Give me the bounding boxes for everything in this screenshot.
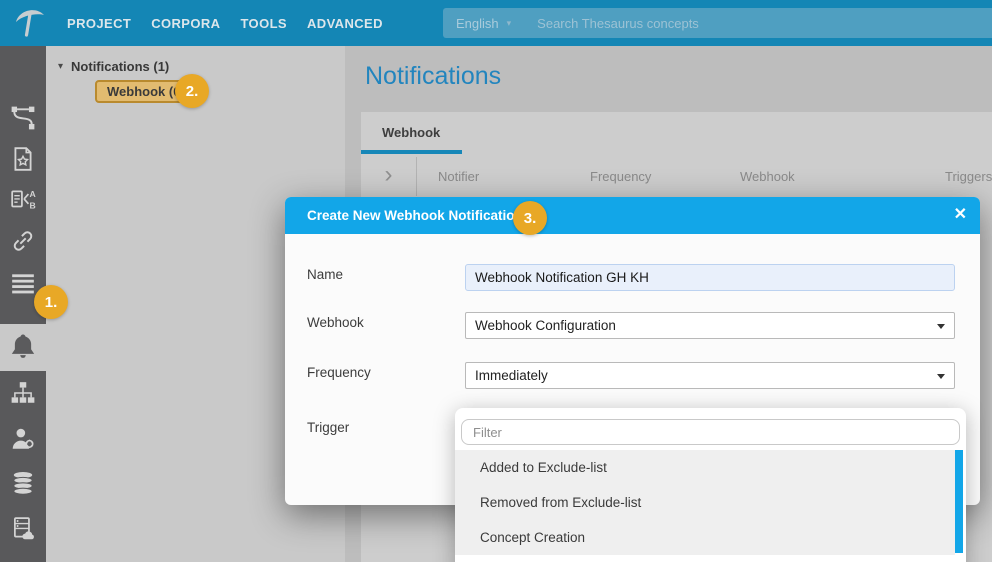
tree-node-label: Notifications (1) <box>71 59 170 74</box>
tree-node-notifications[interactable]: ▾ Notifications (1) <box>58 59 169 74</box>
active-tab-underline <box>361 150 462 154</box>
close-icon[interactable]: ✕ <box>954 205 967 225</box>
svg-text:A: A <box>29 189 36 199</box>
tab-webhook[interactable]: Webhook <box>361 112 462 150</box>
language-selector[interactable]: English <box>456 16 499 31</box>
webhook-field-label: Webhook <box>307 315 364 330</box>
notifications-bell-icon[interactable] <box>0 330 46 364</box>
user-settings-icon[interactable] <box>0 422 46 456</box>
database-icon[interactable] <box>0 466 46 500</box>
frequency-field-label: Frequency <box>307 365 371 380</box>
menu-project[interactable]: PROJECT <box>67 16 131 31</box>
svg-text:B: B <box>29 201 35 211</box>
app-window: PROJECT CORPORA TOOLS ADVANCED English ▾ <box>0 0 992 562</box>
dialog-header: Create New Webhook Notification <box>285 197 980 234</box>
hierarchy-icon[interactable] <box>0 376 46 410</box>
chevron-right-icon: › <box>384 160 393 188</box>
name-field-label: Name <box>307 267 344 282</box>
dropdown-option-concept-creation[interactable]: Concept Creation <box>455 520 955 555</box>
col-header-notifier[interactable]: Notifier <box>438 169 479 184</box>
top-navigation-bar: PROJECT CORPORA TOOLS ADVANCED English ▾ <box>0 0 992 46</box>
col-header-webhook[interactable]: Webhook <box>740 169 795 184</box>
expand-column-header[interactable]: › <box>361 157 417 196</box>
starred-document-icon[interactable] <box>0 142 46 176</box>
col-header-frequency[interactable]: Frequency <box>590 169 651 184</box>
menu-tools[interactable]: TOOLS <box>240 16 287 31</box>
menu-advanced[interactable]: ADVANCED <box>307 16 383 31</box>
trigger-field-label: Trigger <box>307 420 350 435</box>
trigger-options-list: Added to Exclude-list Removed from Exclu… <box>455 450 955 555</box>
step-badge-1: 1. <box>34 285 68 319</box>
dialog-title: Create New Webhook Notification <box>307 208 523 223</box>
menu-corpora[interactable]: CORPORA <box>151 16 220 31</box>
name-input[interactable] <box>465 264 955 291</box>
main-menu: PROJECT CORPORA TOOLS ADVANCED <box>67 0 383 46</box>
thesaurus-search-bar: English ▾ <box>443 8 992 38</box>
webhook-table-header: › Notifier Frequency Webhook Triggers <box>361 157 992 196</box>
select-caret-icon <box>937 324 945 329</box>
step-badge-3: 3. <box>513 201 547 235</box>
frequency-select-value: Immediately <box>475 368 548 383</box>
col-header-triggers[interactable]: Triggers <box>945 169 992 184</box>
relations-curve-icon[interactable] <box>0 101 46 135</box>
dropdown-option-removed-from-exclude-list[interactable]: Removed from Exclude-list <box>455 485 955 520</box>
language-caret-icon[interactable]: ▾ <box>507 18 512 29</box>
search-input[interactable] <box>535 14 992 32</box>
webhook-select[interactable]: Webhook Configuration <box>465 312 955 339</box>
select-caret-icon <box>937 374 945 379</box>
term-translation-icon[interactable]: A B <box>0 183 46 217</box>
step-badge-2: 2. <box>175 74 209 108</box>
link-icon[interactable] <box>0 224 46 258</box>
dropdown-option-added-to-exclude-list[interactable]: Added to Exclude-list <box>455 450 955 485</box>
dropdown-scrollbar[interactable] <box>955 450 963 553</box>
page-title: Notifications <box>365 62 502 90</box>
server-cloud-icon[interactable] <box>0 512 46 546</box>
frequency-select[interactable]: Immediately <box>465 362 955 389</box>
trigger-dropdown-panel: Added to Exclude-list Removed from Exclu… <box>455 408 966 562</box>
collapse-arrow-icon[interactable]: ▾ <box>58 61 63 72</box>
app-logo-umbrella-icon[interactable] <box>13 5 47 46</box>
trigger-filter-input[interactable] <box>461 419 960 445</box>
webhook-select-value: Webhook Configuration <box>475 318 616 333</box>
tab-webhook-label: Webhook <box>382 125 441 140</box>
